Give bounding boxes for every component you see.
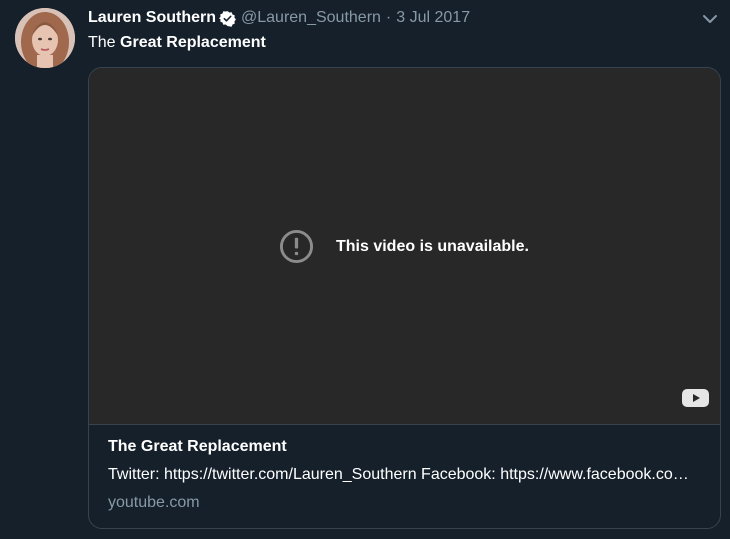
tweet-text-bold: Great Replacement xyxy=(120,34,266,51)
video-unavailable-message: This video is unavailable. xyxy=(279,229,529,264)
author-handle[interactable]: @Lauren_Southern xyxy=(241,9,381,27)
avatar-image xyxy=(15,8,75,68)
card-description: Twitter: https://twitter.com/Lauren_Sout… xyxy=(108,466,702,483)
exclamation-circle-icon xyxy=(279,229,314,264)
card-title[interactable]: The Great Replacement xyxy=(108,438,287,456)
author-name[interactable]: Lauren Southern xyxy=(88,9,216,27)
video-unavailable-text: This video is unavailable. xyxy=(336,237,529,255)
tweet-text: The Great Replacement xyxy=(88,32,266,54)
tweet[interactable]: Lauren Southern @Lauren_Southern · 3 Jul… xyxy=(0,0,730,539)
verified-badge-icon xyxy=(219,10,236,27)
avatar[interactable] xyxy=(15,8,75,68)
tweet-date[interactable]: 3 Jul 2017 xyxy=(396,9,470,27)
tweet-text-prefix: The xyxy=(88,34,121,51)
youtube-icon[interactable] xyxy=(682,388,709,408)
tweet-header: Lauren Southern @Lauren_Southern · 3 Jul… xyxy=(88,7,470,29)
link-card[interactable]: This video is unavailable. The Great Rep… xyxy=(88,67,721,529)
header-separator: · xyxy=(385,9,392,26)
chevron-down-icon[interactable] xyxy=(700,9,720,29)
card-domain: youtube.com xyxy=(108,494,200,511)
video-player[interactable]: This video is unavailable. xyxy=(89,68,720,425)
